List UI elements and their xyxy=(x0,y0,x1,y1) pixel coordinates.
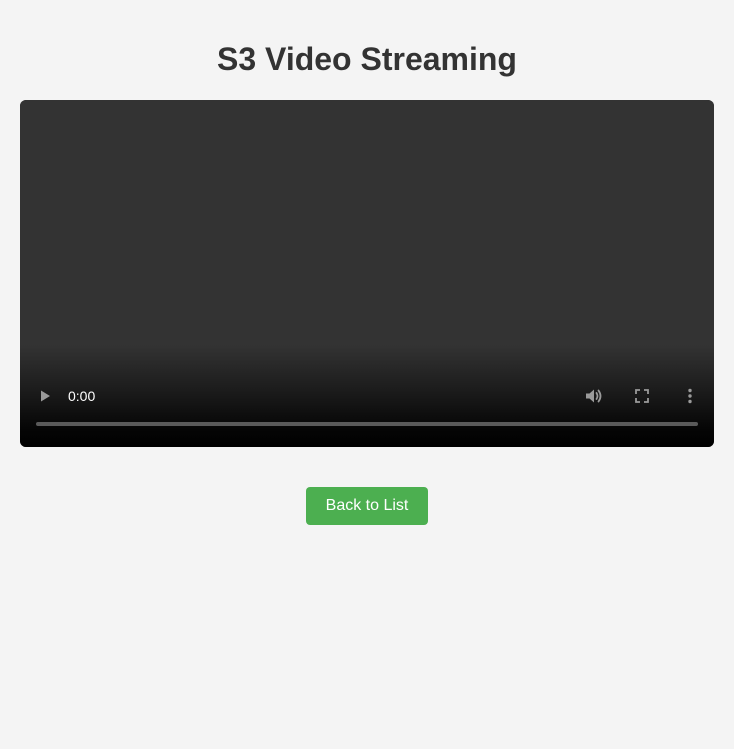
page-title: S3 Video Streaming xyxy=(217,41,517,77)
fullscreen-button[interactable] xyxy=(630,384,654,408)
volume-button[interactable] xyxy=(582,384,606,408)
video-player[interactable]: 0:00 xyxy=(20,100,714,447)
video-controls: 0:00 xyxy=(20,367,714,447)
volume-icon xyxy=(586,389,602,403)
play-button[interactable] xyxy=(33,384,57,408)
more-options-button[interactable] xyxy=(678,384,702,408)
back-to-list-button[interactable]: Back to List xyxy=(306,487,428,525)
more-options-icon xyxy=(688,388,692,404)
progress-bar[interactable] xyxy=(36,422,698,426)
play-icon xyxy=(41,390,50,402)
fullscreen-icon xyxy=(635,389,649,403)
current-time: 0:00 xyxy=(68,388,96,404)
